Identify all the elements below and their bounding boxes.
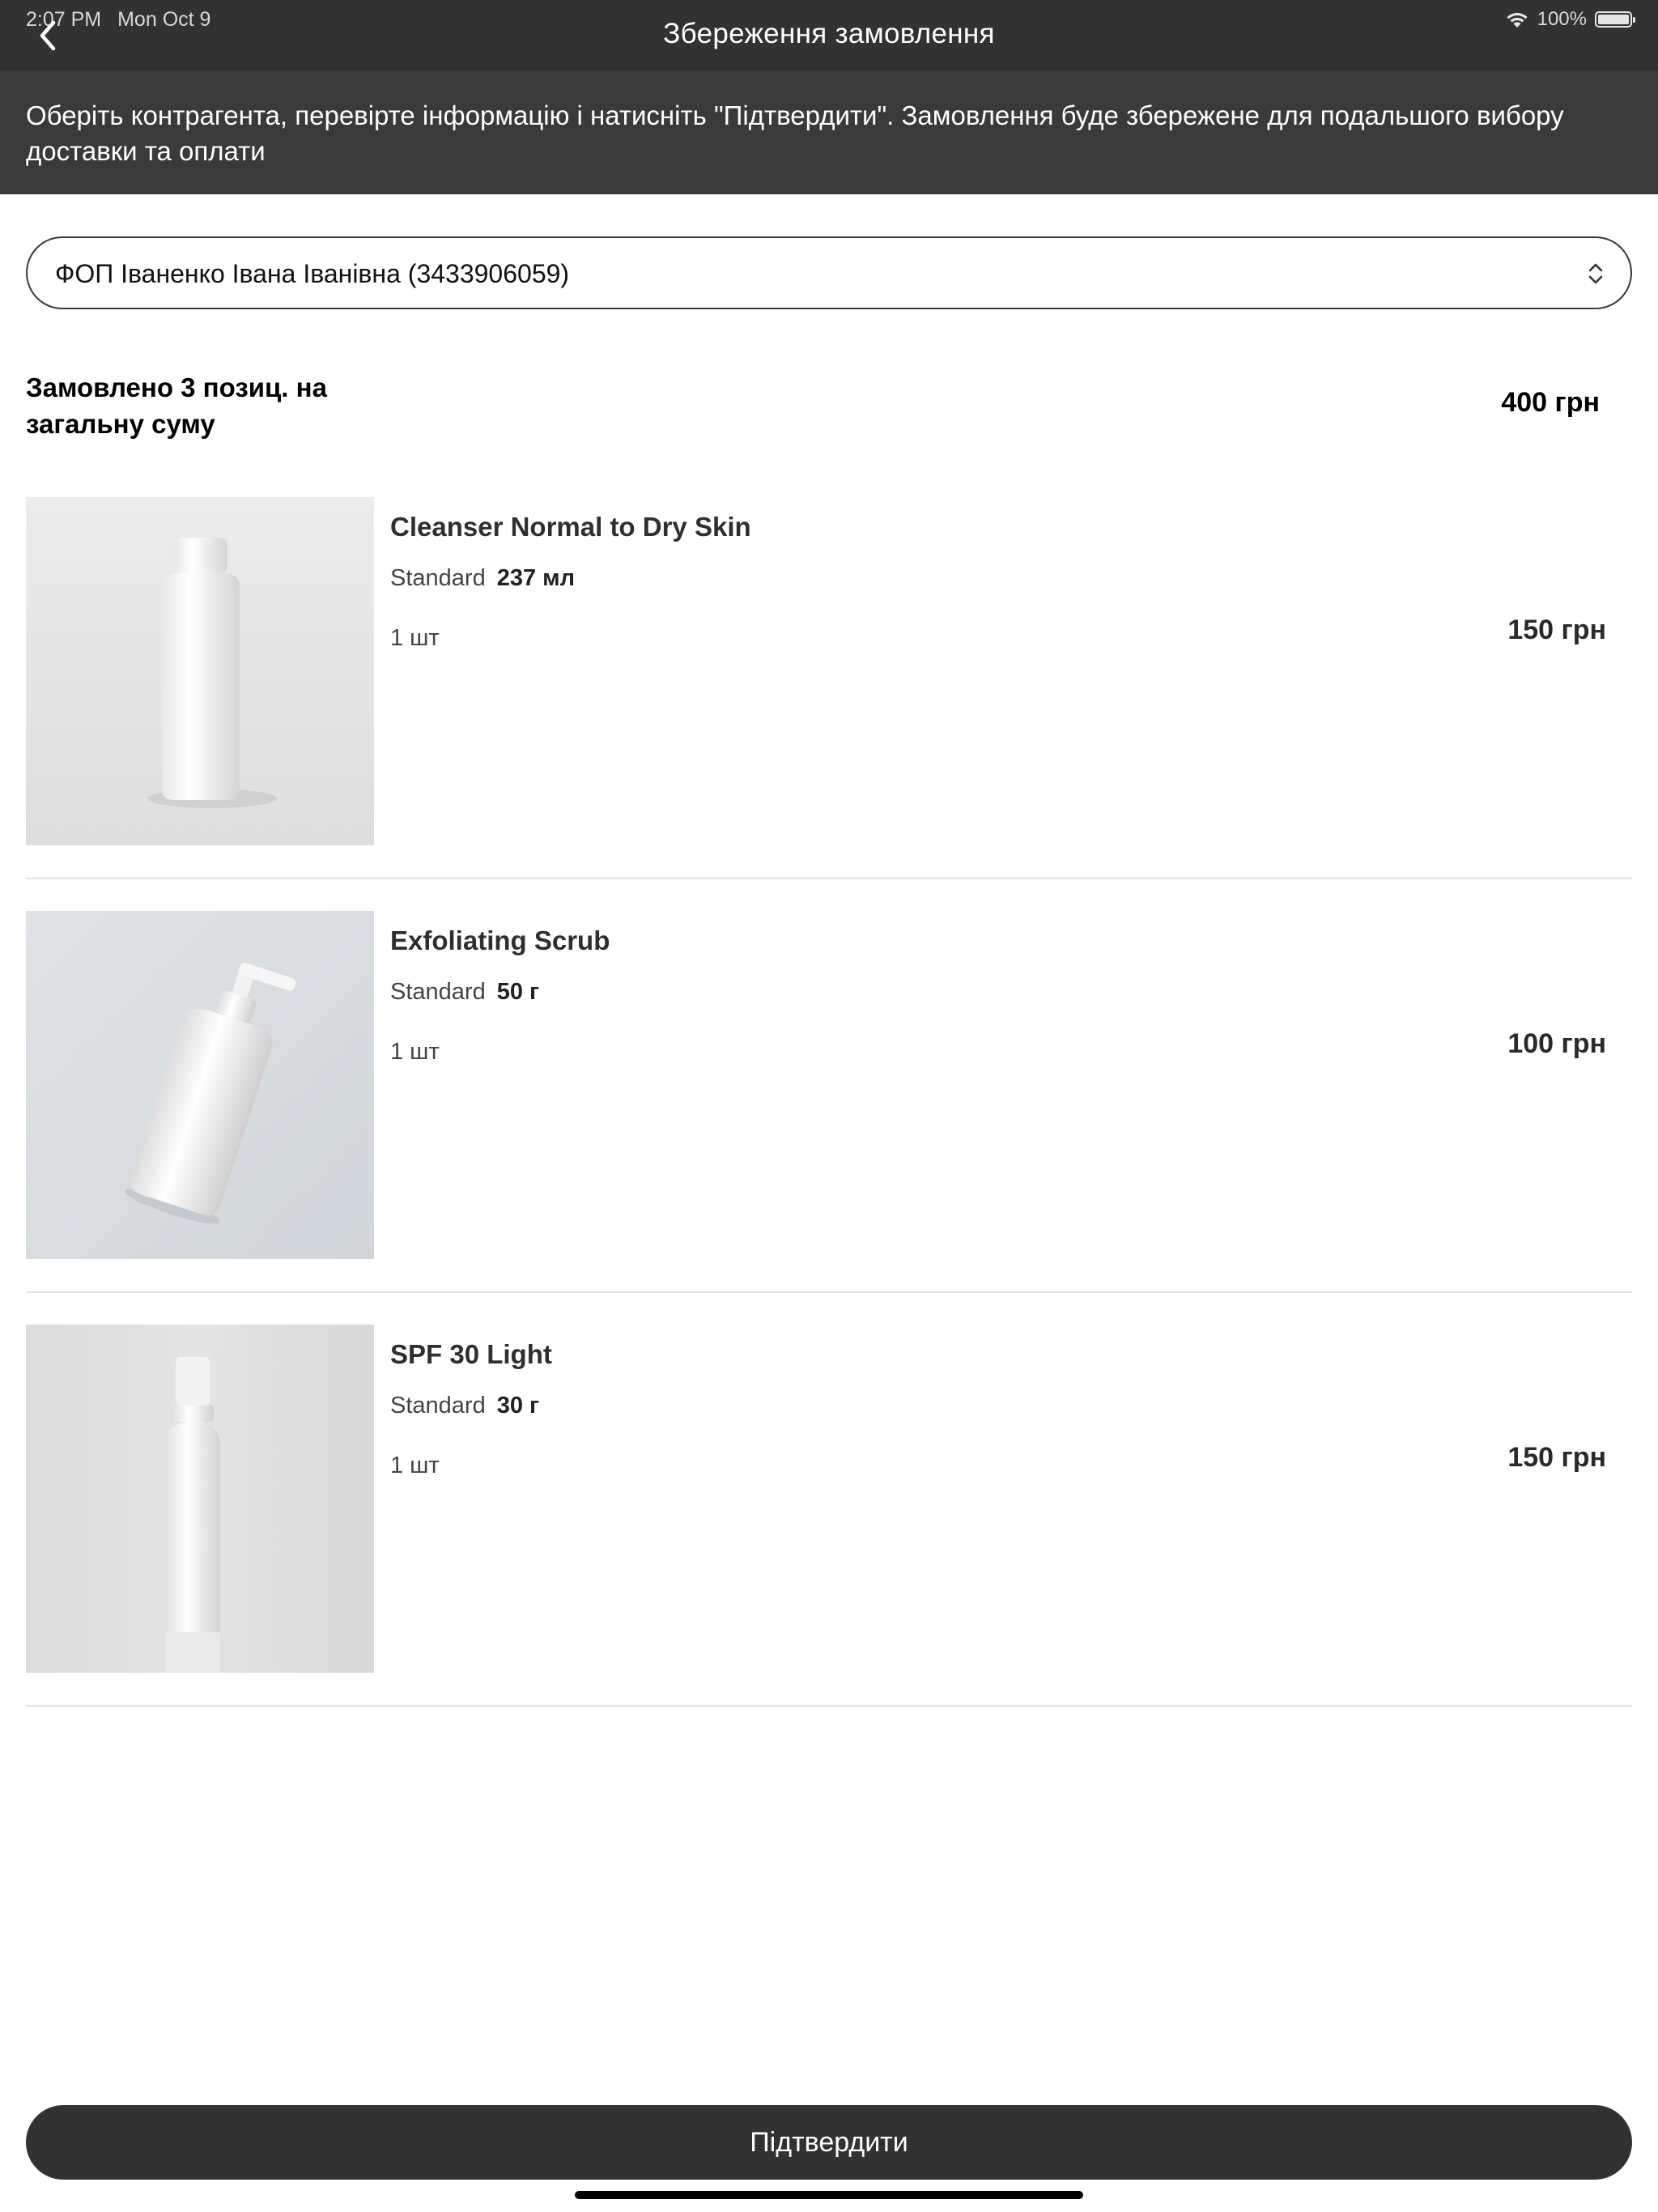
product-image — [26, 497, 374, 845]
product-price: 100 грн — [1507, 1028, 1606, 1059]
counterparty-selected-value: ФОП Іваненко Івана Іванівна (3433906059) — [55, 259, 570, 288]
confirm-button[interactable]: Підтвердити — [26, 2105, 1632, 2180]
product-price: 150 грн — [1507, 615, 1606, 645]
item-divider — [26, 1705, 1632, 1707]
variant-value: 237 мл — [496, 565, 576, 591]
order-item[interactable]: Cleanser Normal to Dry Skin Standard 237 … — [26, 497, 1632, 879]
variant-value: 30 г — [496, 1393, 540, 1419]
product-name: SPF 30 Light — [390, 1339, 552, 1369]
chevron-up-down-icon — [1588, 263, 1603, 284]
product-variant: Standard 237 мл — [390, 565, 575, 592]
item-divider — [26, 878, 1632, 879]
pump-bottle-image — [26, 911, 374, 1259]
bottle-image — [26, 497, 374, 845]
home-indicator — [575, 2191, 1083, 2199]
variant-label: Standard — [390, 565, 486, 591]
order-summary-label: Замовлено 3 позиц. на загальну суму — [26, 372, 327, 439]
order-total: 400 грн — [1501, 387, 1600, 418]
page-title: Збереження замовлення — [663, 18, 995, 49]
counterparty-select[interactable]: ФОП Іваненко Івана Іванівна (3433906059) — [26, 236, 1632, 309]
product-variant: Standard 50 г — [390, 979, 539, 1006]
product-image — [26, 1325, 374, 1673]
product-name: Cleanser Normal to Dry Skin — [390, 512, 751, 542]
product-price: 150 грн — [1507, 1442, 1606, 1473]
item-divider — [26, 1291, 1632, 1293]
order-item[interactable]: Exfoliating Scrub Standard 50 г 1 шт 100 … — [26, 911, 1632, 1293]
info-banner: Оберіть контрагента, перевірте інформаці… — [0, 70, 1658, 194]
variant-value: 50 г — [496, 979, 540, 1005]
product-quantity: 1 шт — [390, 625, 440, 651]
product-quantity: 1 шт — [390, 1453, 440, 1478]
product-image — [26, 911, 374, 1259]
variant-label: Standard — [390, 979, 486, 1005]
spray-bottle-image — [26, 1325, 374, 1673]
product-variant: Standard 30 г — [390, 1393, 539, 1419]
variant-label: Standard — [390, 1393, 486, 1419]
order-item[interactable]: SPF 30 Light Standard 30 г 1 шт 150 грн — [26, 1325, 1632, 1707]
navigation-bar: 2:07 PM Mon Oct 9 100% Збереження замовле… — [0, 0, 1658, 70]
product-name: Exfoliating Scrub — [390, 925, 610, 955]
product-quantity: 1 шт — [390, 1039, 440, 1065]
